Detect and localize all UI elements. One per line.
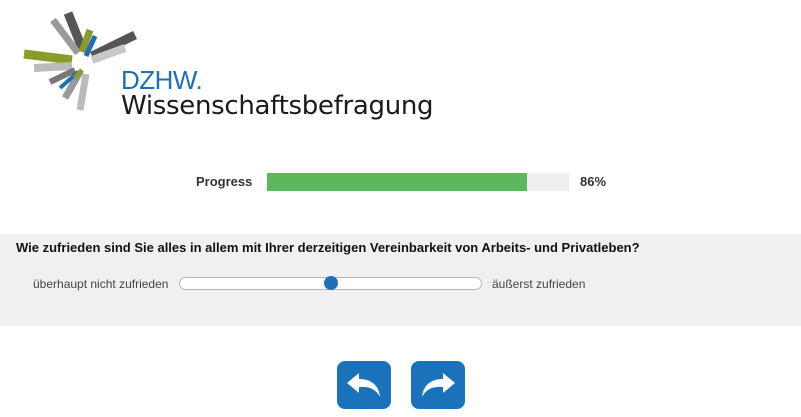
- next-button[interactable]: [411, 361, 465, 409]
- back-button[interactable]: [337, 361, 391, 409]
- scale-min-label: überhaupt nicht zufrieden: [33, 277, 169, 291]
- progress-bar: [267, 173, 569, 191]
- scale-max-label: äußerst zufrieden: [492, 277, 586, 291]
- slider-handle[interactable]: [323, 276, 338, 290]
- question-text: Wie zufrieden sind Sie alles in allem mi…: [16, 240, 640, 255]
- progress-fill: [267, 173, 527, 191]
- back-arrow-icon: [347, 373, 380, 397]
- logo: DZHW. Wissenschaftsbefragung: [20, 8, 434, 121]
- forward-arrow-icon: [422, 373, 455, 397]
- progress-percent: 86%: [580, 174, 607, 189]
- question-panel: Wie zufrieden sind Sie alles in allem mi…: [0, 234, 801, 326]
- progress-section: Progress 86%: [0, 172, 801, 192]
- progress-label: Progress: [196, 174, 253, 189]
- logo-subtitle: Wissenschaftsbefragung: [121, 91, 434, 121]
- satisfaction-slider[interactable]: [179, 276, 482, 290]
